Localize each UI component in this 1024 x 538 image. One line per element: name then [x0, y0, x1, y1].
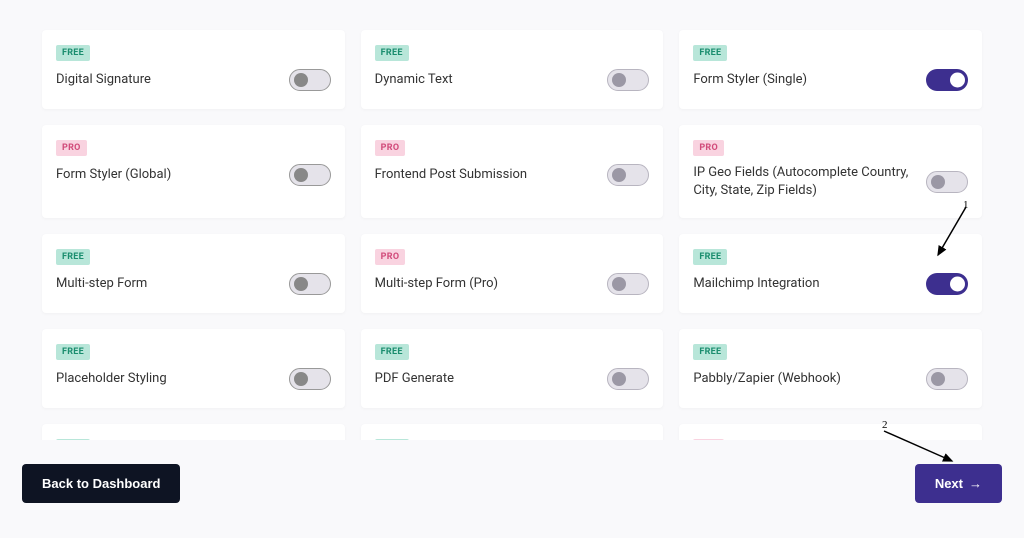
- pro-badge: PRO: [56, 140, 87, 156]
- widget-card-row: Placeholder Styling: [56, 368, 331, 390]
- widget-title: Pabbly/Zapier (Webhook): [693, 370, 851, 388]
- next-button[interactable]: Next →: [915, 464, 1002, 503]
- widget-card-row: Digital Signature: [56, 69, 331, 91]
- widget-card-row: Multi-step Form: [56, 273, 331, 295]
- widget-title: PDF Generate: [375, 370, 464, 388]
- widget-toggle[interactable]: [926, 69, 968, 91]
- widget-grid-partial-row: FREE FREE PRO: [42, 424, 982, 440]
- back-to-dashboard-button[interactable]: Back to Dashboard: [22, 464, 180, 503]
- toggle-knob: [931, 372, 945, 386]
- free-badge: FREE: [375, 344, 409, 360]
- widget-title: Mailchimp Integration: [693, 275, 829, 293]
- widget-toggle[interactable]: [289, 368, 331, 390]
- widget-card: PRO Form Styler (Global): [42, 125, 345, 218]
- widget-title: Digital Signature: [56, 71, 161, 89]
- widget-card-row: Form Styler (Single): [693, 69, 968, 91]
- pro-badge: PRO: [693, 439, 724, 440]
- widget-toggle[interactable]: [926, 368, 968, 390]
- widget-card: FREE Placeholder Styling: [42, 329, 345, 408]
- widget-card-partial: FREE: [42, 424, 345, 440]
- widget-card-row: IP Geo Fields (Autocomplete Country, Cit…: [693, 164, 968, 200]
- widget-toggle[interactable]: [926, 171, 968, 193]
- widget-grid: FREEDigital SignatureFREEDynamic TextFRE…: [42, 30, 982, 408]
- toggle-knob: [294, 277, 308, 291]
- next-button-label: Next: [935, 476, 963, 491]
- widget-card: FREE Dynamic Text: [361, 30, 664, 109]
- widget-card: FREE Form Styler (Single): [679, 30, 982, 109]
- widget-title: Frontend Post Submission: [375, 166, 537, 184]
- free-badge: FREE: [56, 439, 90, 440]
- widget-card-row: Form Styler (Global): [56, 164, 331, 186]
- free-badge: FREE: [56, 344, 90, 360]
- widget-title: Form Styler (Global): [56, 166, 181, 184]
- widget-card-partial: PRO: [679, 424, 982, 440]
- widget-title: Multi-step Form (Pro): [375, 275, 508, 293]
- widget-card: FREE PDF Generate: [361, 329, 664, 408]
- toggle-knob: [612, 168, 626, 182]
- widget-card-row: PDF Generate: [375, 368, 650, 390]
- free-badge: FREE: [56, 45, 90, 61]
- widget-toggle[interactable]: [607, 273, 649, 295]
- toggle-knob: [294, 168, 308, 182]
- toggle-knob: [612, 372, 626, 386]
- arrow-right-icon: →: [969, 476, 982, 491]
- widget-card-row: Multi-step Form (Pro): [375, 273, 650, 295]
- widget-card-row: Mailchimp Integration: [693, 273, 968, 295]
- widget-title: IP Geo Fields (Autocomplete Country, Cit…: [693, 164, 926, 200]
- widget-toggle[interactable]: [289, 273, 331, 295]
- free-badge: FREE: [375, 439, 409, 440]
- widget-card: PRO Frontend Post Submission: [361, 125, 664, 218]
- widget-toggle[interactable]: [607, 164, 649, 186]
- widget-card-partial: FREE: [361, 424, 664, 440]
- toggle-knob: [294, 372, 308, 386]
- widget-card: FREE Multi-step Form: [42, 234, 345, 313]
- widget-card: FREE Digital Signature: [42, 30, 345, 109]
- free-badge: FREE: [693, 45, 727, 61]
- pro-badge: PRO: [375, 140, 406, 156]
- widget-toggle[interactable]: [607, 368, 649, 390]
- widget-toggle[interactable]: [289, 69, 331, 91]
- pro-badge: PRO: [375, 249, 406, 265]
- free-badge: FREE: [693, 344, 727, 360]
- widget-toggle[interactable]: [289, 164, 331, 186]
- toggle-knob: [612, 73, 626, 87]
- free-badge: FREE: [693, 249, 727, 265]
- toggle-knob: [294, 73, 308, 87]
- toggle-knob: [612, 277, 626, 291]
- widget-title: Placeholder Styling: [56, 370, 177, 388]
- free-badge: FREE: [56, 249, 90, 265]
- widget-card-row: Pabbly/Zapier (Webhook): [693, 368, 968, 390]
- toggle-knob: [950, 277, 965, 292]
- footer-bar: Back to Dashboard Next →: [22, 464, 1002, 503]
- pro-badge: PRO: [693, 140, 724, 156]
- widget-toggle[interactable]: [926, 273, 968, 295]
- widget-card: FREE Pabbly/Zapier (Webhook): [679, 329, 982, 408]
- free-badge: FREE: [375, 45, 409, 61]
- widget-card-row: Dynamic Text: [375, 69, 650, 91]
- widget-card: FREE Mailchimp Integration: [679, 234, 982, 313]
- widget-card: PRO IP Geo Fields (Autocomplete Country, …: [679, 125, 982, 218]
- widget-title: Multi-step Form: [56, 275, 157, 293]
- widget-card-row: Frontend Post Submission: [375, 164, 650, 186]
- widget-toggle[interactable]: [607, 69, 649, 91]
- widget-card: PRO Multi-step Form (Pro): [361, 234, 664, 313]
- toggle-knob: [931, 175, 945, 189]
- widget-title: Form Styler (Single): [693, 71, 817, 89]
- toggle-knob: [950, 73, 965, 88]
- widget-title: Dynamic Text: [375, 71, 463, 89]
- widget-settings-panel: FREEDigital SignatureFREEDynamic TextFRE…: [0, 0, 1024, 440]
